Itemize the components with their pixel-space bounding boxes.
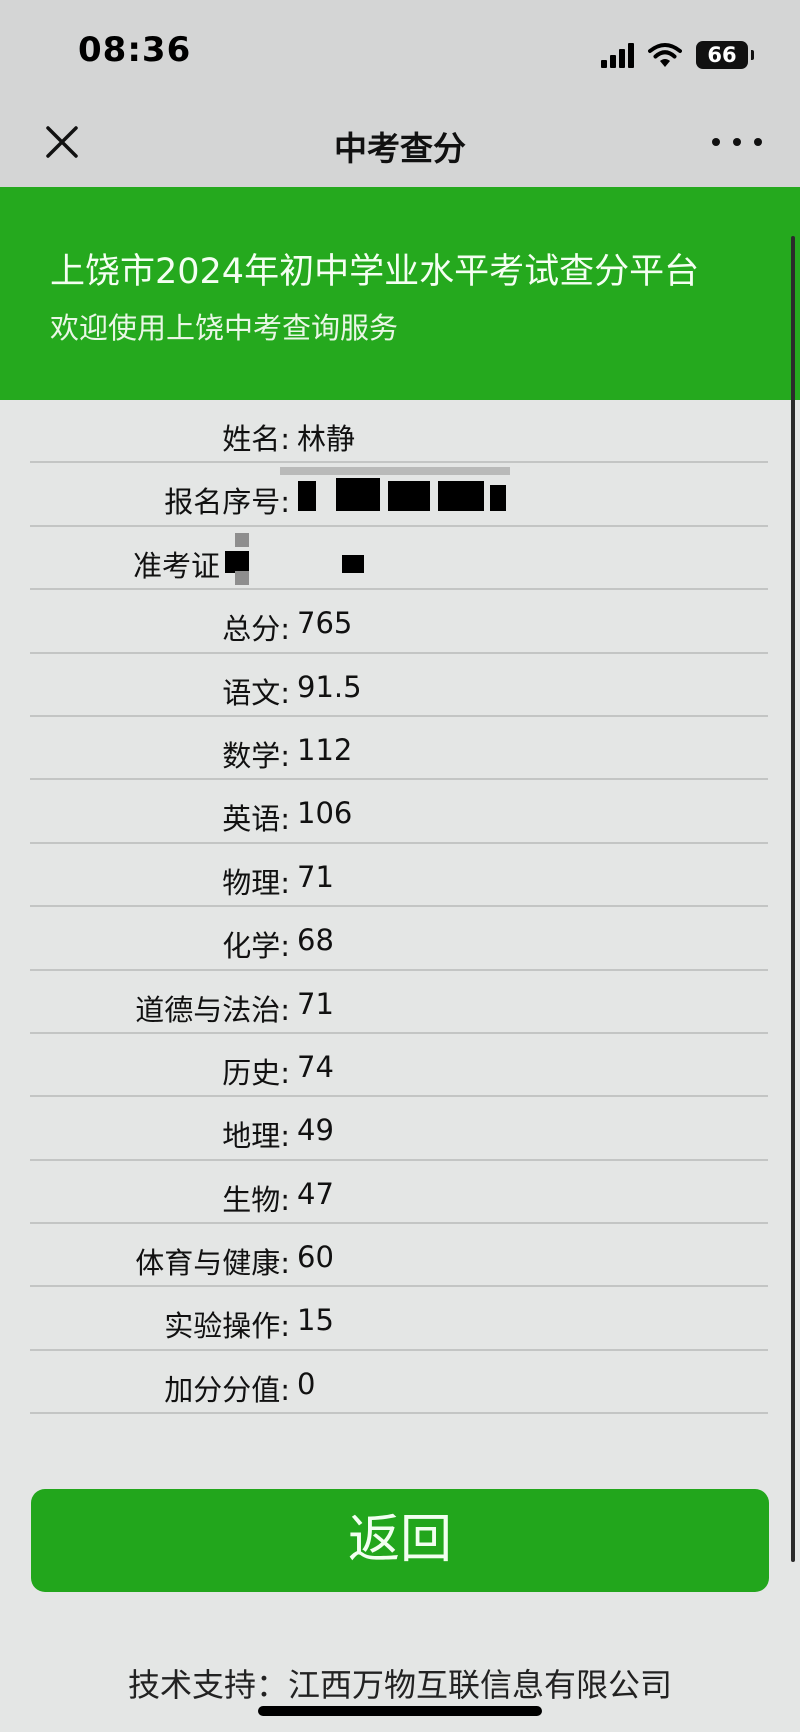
banner-subtitle: 欢迎使用上饶中考查询服务 [50, 311, 399, 345]
status-icons: 66 [601, 38, 754, 72]
redaction-mark [490, 485, 506, 512]
table-row: 语文: 91.5 [30, 654, 768, 717]
field-value: 74 [297, 1049, 334, 1084]
field-value: 71 [297, 986, 334, 1021]
redaction-mark [298, 481, 316, 512]
field-value: 71 [297, 859, 334, 894]
field-value: 765 [297, 606, 353, 641]
header-banner: 上饶市2024年初中学业水平考试查分平台 欢迎使用上饶中考查询服务 [0, 187, 800, 400]
field-value: 106 [297, 796, 353, 831]
field-value: 112 [297, 732, 353, 767]
field-label: 道德与法治: [135, 992, 290, 1027]
redaction-mark [336, 478, 380, 512]
field-label: 物理: [222, 865, 290, 900]
status-time: 08:36 [78, 30, 192, 70]
field-label: 加分分值: [164, 1372, 290, 1407]
redaction-mark [438, 481, 484, 512]
table-row: 姓名: 林静 [30, 400, 768, 464]
field-label: 地理: [222, 1119, 290, 1154]
field-label: 体育与健康: [135, 1246, 290, 1281]
field-label: 准考证 [132, 548, 220, 583]
wifi-icon [648, 42, 682, 68]
navigation-bar: 中考查分 [0, 100, 800, 187]
field-value: 15 [297, 1303, 334, 1338]
field-label: 英语: [222, 802, 290, 837]
field-value: 49 [297, 1113, 334, 1148]
table-row: 历史: 74 [30, 1034, 768, 1098]
table-row: 数学: 112 [30, 717, 768, 781]
field-value: 47 [297, 1176, 334, 1211]
field-label: 化学: [222, 929, 290, 964]
status-bar: 08:36 66 [0, 0, 800, 100]
battery-icon: 66 [696, 41, 754, 69]
table-row: 实验操作: 15 [30, 1287, 768, 1351]
table-row: 生物: 47 [30, 1161, 768, 1225]
redaction-mark [225, 550, 249, 573]
table-row: 道德与法治: 71 [30, 971, 768, 1034]
redaction-mark [388, 481, 430, 512]
page-title: 中考查分 [334, 129, 466, 168]
table-row: 报名序号: [30, 463, 768, 527]
redaction-mark [235, 532, 249, 547]
field-label: 实验操作: [164, 1309, 290, 1344]
field-label: 报名序号: [164, 485, 290, 520]
redaction-mark [235, 570, 249, 585]
field-value: 68 [297, 923, 334, 958]
table-row: 地理: 49 [30, 1097, 768, 1161]
table-row: 准考证 [30, 527, 768, 591]
field-value: 60 [297, 1240, 334, 1275]
footer-credit: 技术支持：江西万物互联信息有限公司 [127, 1666, 672, 1704]
field-value: 91.5 [297, 669, 362, 704]
field-value: 0 [297, 1366, 316, 1401]
scrollbar[interactable] [791, 236, 795, 1562]
more-options-icon[interactable] [712, 130, 762, 154]
field-label: 数学: [222, 738, 290, 773]
score-list: 姓名: 林静 报名序号: 准考证 总分: 765 语文: 91.5 数学: 11… [30, 400, 768, 1415]
field-label: 总分: [222, 612, 290, 647]
home-indicator[interactable] [258, 1706, 542, 1716]
field-label: 历史: [222, 1055, 290, 1090]
table-row: 加分分值: 0 [30, 1351, 768, 1415]
banner-title: 上饶市2024年初中学业水平考试查分平台 [50, 252, 700, 292]
table-row: 总分: 765 [30, 590, 768, 654]
field-label: 姓名: [222, 422, 290, 456]
cellular-signal-icon [601, 42, 634, 68]
table-row: 英语: 106 [30, 780, 768, 844]
redaction-mark [342, 554, 364, 573]
field-label: 语文: [222, 675, 290, 710]
table-row: 体育与健康: 60 [30, 1224, 768, 1288]
phone-screen: 08:36 66 中考查分 上饶市2024年初中学业水平考试查分平台 欢迎使用上… [0, 0, 800, 1732]
redaction-mark [280, 467, 510, 476]
field-label: 生物: [222, 1182, 290, 1217]
field-value: 林静 [297, 422, 356, 456]
table-row: 物理: 71 [30, 844, 768, 908]
table-row: 化学: 68 [30, 907, 768, 971]
return-button[interactable]: 返回 [31, 1489, 769, 1592]
